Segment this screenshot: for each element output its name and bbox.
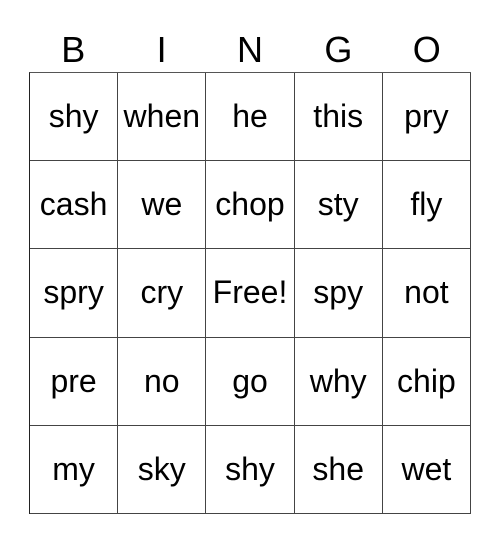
bingo-cell[interactable]: chip [382, 337, 471, 426]
bingo-cell[interactable]: fly [382, 161, 471, 250]
bingo-cell[interactable]: shy [206, 425, 295, 514]
bingo-cell[interactable]: this [294, 73, 383, 162]
bingo-cell[interactable]: she [294, 425, 383, 514]
bingo-cell[interactable]: he [206, 73, 295, 162]
header-letter-i: I [156, 29, 167, 70]
bingo-cell[interactable]: cash [30, 161, 119, 250]
header-letter-b: B [61, 29, 86, 70]
bingo-cell[interactable]: we [118, 161, 207, 250]
bingo-cell[interactable]: my [30, 425, 119, 514]
bingo-cell[interactable]: chop [206, 161, 295, 250]
header-letter-n: N [236, 29, 263, 70]
bingo-cell[interactable]: cry [118, 249, 207, 338]
bingo-cell[interactable]: go [206, 337, 295, 426]
bingo-cell[interactable]: pry [382, 73, 471, 162]
bingo-cell[interactable]: no [118, 337, 207, 426]
free-space-cell[interactable]: Free! [206, 249, 295, 338]
bingo-cell[interactable]: pre [30, 337, 119, 426]
bingo-cell[interactable]: sty [294, 161, 383, 250]
bingo-cell[interactable]: sky [118, 425, 207, 514]
bingo-header: B I N G O [29, 28, 471, 72]
bingo-cell[interactable]: spy [294, 249, 383, 338]
bingo-cell[interactable]: shy [30, 73, 119, 162]
bingo-grid: shy when he this pry cash we chop sty fl… [29, 72, 471, 514]
bingo-cell[interactable]: wet [382, 425, 471, 514]
bingo-cell[interactable]: why [294, 337, 383, 426]
header-letter-o: O [412, 29, 441, 70]
bingo-cell[interactable]: spry [30, 249, 119, 338]
bingo-cell[interactable]: when [118, 73, 207, 162]
header-letter-g: G [324, 29, 353, 70]
bingo-cell[interactable]: not [382, 249, 471, 338]
